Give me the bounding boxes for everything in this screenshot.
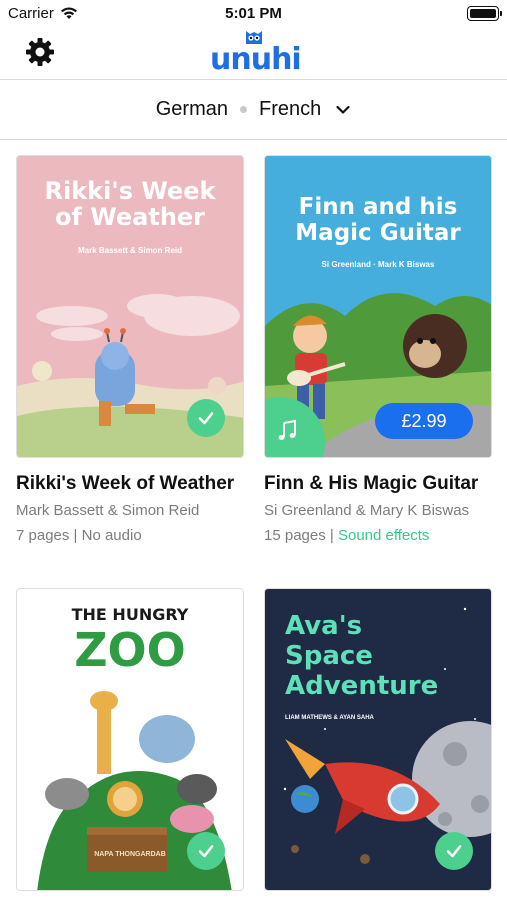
cover-title-line: Magic Guitar — [295, 220, 461, 246]
downloaded-badge — [187, 832, 225, 870]
book-title: Rikki's Week of Weather — [16, 473, 235, 494]
book-authors: Mark Bassett & Simon Reid — [16, 502, 200, 519]
audio-status: No audio — [81, 527, 142, 544]
cover-title-line: ZOO — [74, 623, 186, 677]
cover-title-line: THE HUNGRY — [71, 605, 189, 624]
cover-authors: LIAM MATHEWS & AYAN SAHA — [285, 715, 374, 721]
page-count: 7 pages — [16, 527, 70, 544]
source-language[interactable]: German — [156, 98, 228, 121]
book-cover[interactable]: THE HUNGRY ZOO NAPA THONGARDAB — [16, 588, 244, 891]
book-cover[interactable]: Rikki's Week of Weather Mark Bassett & S… — [16, 155, 244, 458]
book-title: Finn & His Magic Guitar — [264, 473, 479, 494]
checkmark-icon — [446, 845, 462, 858]
language-separator-dot — [240, 106, 247, 113]
cover-title: Finn and his Magic Guitar — [265, 194, 491, 246]
cover-title-line: of Weather — [54, 203, 206, 231]
book-meta: 15 pages | Sound effects — [264, 527, 492, 544]
book-card[interactable]: Finn and his Magic Guitar Si Greenland ·… — [264, 155, 492, 544]
music-note-icon — [278, 419, 296, 440]
app-logo: unuhi — [210, 28, 302, 78]
price-button[interactable]: £2.99 — [375, 403, 473, 439]
cover-title-line: Ava's — [285, 611, 363, 641]
meta-separator: | — [325, 527, 338, 544]
cover-authors: Si Greenland · Mark K Biswas — [321, 260, 435, 269]
page-count: 15 pages — [264, 527, 326, 544]
meta-separator: | — [69, 527, 82, 544]
checkmark-icon — [198, 412, 214, 425]
cover-title: Rikki's Week of Weather — [17, 178, 243, 230]
cover-title: Ava's Space Adventure — [285, 611, 438, 701]
downloaded-badge — [435, 832, 473, 870]
cover-authors: Mark Bassett & Simon Reid — [77, 246, 183, 255]
checkmark-icon — [198, 845, 214, 858]
book-card[interactable]: Ava's Space Adventure LIAM MATHEWS & AYA… — [264, 588, 492, 891]
battery-icon — [467, 6, 502, 21]
gear-icon[interactable] — [24, 36, 56, 68]
book-meta: 7 pages | No audio — [16, 527, 244, 544]
audio-status: Sound effects — [337, 527, 430, 544]
nav-bar: unuhi — [0, 26, 507, 80]
status-bar: Carrier 5:01 PM — [0, 0, 507, 26]
cover-title-line: Space — [285, 641, 373, 671]
logo-text: unuhi — [210, 42, 302, 77]
cover-title-line: Adventure — [285, 671, 439, 701]
book-cover[interactable]: Ava's Space Adventure LIAM MATHEWS & AYA… — [264, 588, 492, 891]
status-time: 5:01 PM — [225, 5, 282, 22]
target-language[interactable]: French — [259, 98, 321, 121]
chevron-down-icon[interactable] — [335, 102, 351, 118]
book-card[interactable]: THE HUNGRY ZOO NAPA THONGARDAB — [16, 588, 244, 891]
cover-title-line: Rikki's Week — [44, 177, 216, 205]
downloaded-badge — [187, 399, 225, 437]
book-authors: Si Greenland & Mary K Biswas — [264, 502, 470, 519]
book-cover[interactable]: Finn and his Magic Guitar Si Greenland ·… — [264, 155, 492, 458]
cover-title-line: Finn and his — [298, 194, 458, 220]
book-card[interactable]: Rikki's Week of Weather Mark Bassett & S… — [16, 155, 244, 544]
language-selector[interactable]: German French — [0, 80, 507, 140]
